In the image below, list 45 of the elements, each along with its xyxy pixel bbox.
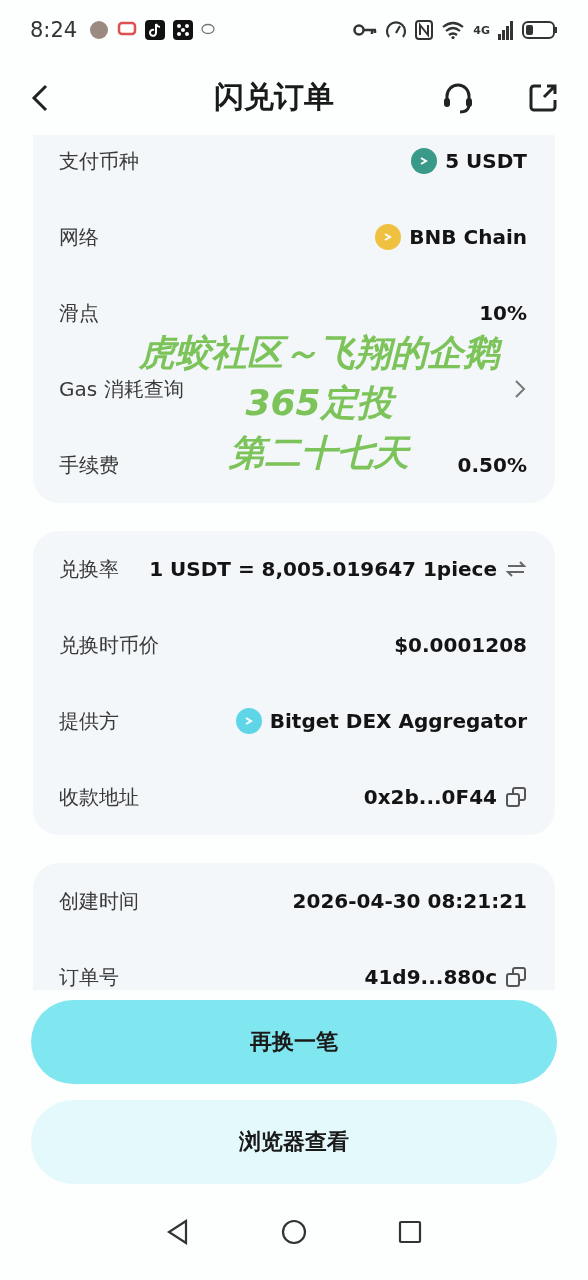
wifi-icon [441, 21, 466, 39]
row-value: 1 USDT = 8,005.019647 1piece [149, 557, 497, 581]
action-button[interactable]: 浏览器查看 [31, 1100, 557, 1184]
page-title: 闪兑订单 [214, 78, 334, 116]
avatar-icon [89, 20, 110, 40]
nfc-icon [415, 20, 434, 40]
action-button[interactable]: 再换一笔 [31, 1000, 557, 1084]
status-time: 8:24 [30, 18, 78, 42]
network-type: 4G [473, 23, 490, 37]
row-value: 2026-04-30 08:21:21 [292, 889, 527, 913]
dice-icon [173, 20, 194, 40]
row-label: 创建时间 [59, 887, 139, 915]
recents-nav-icon[interactable] [398, 1220, 423, 1244]
chevron-right-icon [513, 378, 527, 400]
key-icon [353, 23, 378, 37]
row-value: 41d9...880c [364, 965, 497, 989]
overlay-caption: 第二十七天 [229, 431, 409, 475]
row-value: BNB Chain [409, 225, 527, 249]
back-icon[interactable] [30, 82, 50, 113]
row-label: 订单号 [59, 963, 119, 990]
row-label: 提供方 [59, 707, 119, 735]
swap-icon[interactable] [505, 559, 527, 579]
row-value: 0.50% [457, 453, 527, 477]
home-nav-icon[interactable] [281, 1219, 307, 1245]
row-label: 支付币种 [59, 147, 139, 175]
copy-icon[interactable] [505, 786, 527, 808]
signal-icon [498, 20, 514, 40]
row-value: $0.0001208 [394, 633, 527, 657]
row-value: Bitget DEX Aggregator [269, 709, 527, 733]
speedometer-icon [385, 20, 408, 40]
row-value: 5 USDT [445, 149, 527, 173]
back-nav-icon[interactable] [165, 1219, 190, 1245]
row-label: 手续费 [59, 451, 119, 479]
copy-icon[interactable] [505, 966, 527, 988]
battery-icon [522, 20, 558, 40]
row-label: 兑换率 [59, 555, 119, 583]
row-label: 收款地址 [59, 783, 139, 811]
row-label: 网络 [59, 223, 99, 251]
share-icon[interactable] [528, 82, 558, 113]
row-label: Gas 消耗查询 [59, 375, 184, 403]
music-note-icon [145, 20, 166, 40]
row-value: 10% [479, 301, 527, 325]
row-label: 滑点 [59, 299, 99, 327]
row-value: 0x2b...0F44 [363, 785, 497, 809]
row-label: 兑换时币价 [59, 631, 159, 659]
